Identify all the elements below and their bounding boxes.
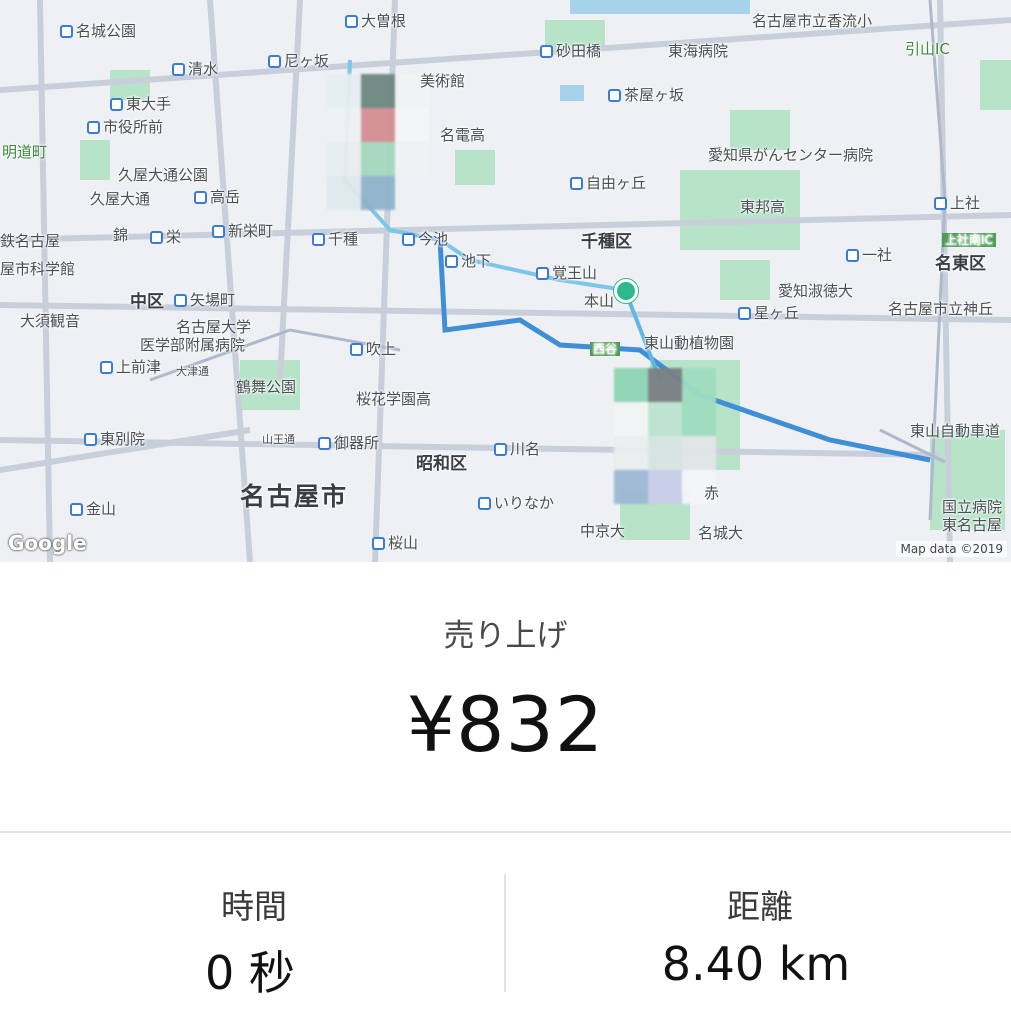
map-label: 高岳 bbox=[194, 190, 240, 205]
map-label: 鉄名古屋 bbox=[0, 232, 61, 250]
map-label: 東海病院 bbox=[668, 42, 729, 60]
map-label: 矢場町 bbox=[174, 293, 235, 308]
map-label: 引山IC bbox=[905, 40, 950, 58]
map-label: 名古屋市立香流小 bbox=[752, 12, 873, 30]
map-label: 星ヶ丘 bbox=[738, 306, 799, 321]
map-label: 御器所 bbox=[318, 436, 379, 451]
map-label: 愛知淑徳大 bbox=[778, 282, 854, 300]
start-pin-icon[interactable] bbox=[614, 279, 638, 303]
map-label: 名城公園 bbox=[60, 24, 136, 39]
district-label: 名東区 bbox=[935, 254, 986, 274]
sales-label: 売り上げ bbox=[443, 618, 568, 654]
map-label: 名電高 bbox=[440, 126, 486, 144]
map-label: 名古屋市立神丘 bbox=[888, 300, 994, 318]
map-label: 東大手 bbox=[110, 97, 171, 112]
sales-amount: ¥832 bbox=[406, 680, 605, 769]
map-label: 自由ヶ丘 bbox=[570, 176, 646, 191]
map-label: 市役所前 bbox=[87, 120, 163, 135]
map-label: 医学部附属病院 bbox=[140, 336, 246, 354]
trip-summary: 売り上げ ¥832 時間 0 秒 距離 8.40 km bbox=[0, 562, 1011, 1024]
map-label: 愛知県がんセンター病院 bbox=[708, 146, 874, 164]
map-label: 吹上 bbox=[350, 342, 396, 357]
map-label: 池下 bbox=[445, 254, 491, 269]
map-label: 東山自動車道 bbox=[910, 422, 1001, 440]
map-label: 新栄町 bbox=[212, 224, 273, 239]
map-label: 桜花学園高 bbox=[356, 390, 432, 408]
map-label: 東山動植物園 bbox=[644, 334, 735, 352]
map-label: 本山 bbox=[584, 292, 615, 310]
map-label: 錦 bbox=[113, 226, 129, 244]
divider bbox=[0, 831, 1011, 833]
map-label: 東名古屋 bbox=[942, 516, 1003, 534]
map-label: 川名 bbox=[494, 442, 540, 457]
map-label: 砂田橋 bbox=[540, 44, 601, 59]
blurred-region-end bbox=[614, 368, 716, 504]
map-label: 桜山 bbox=[372, 536, 418, 551]
distance-label: 距離 bbox=[727, 887, 793, 926]
map-label: 中京大 bbox=[580, 522, 626, 540]
district-label: 千種区 bbox=[581, 232, 632, 252]
district-label: 昭和区 bbox=[416, 454, 467, 474]
time-value: 0 秒 bbox=[205, 946, 295, 1000]
map-label: 今池 bbox=[402, 232, 448, 247]
map-graphics bbox=[0, 0, 1011, 562]
time-label: 時間 bbox=[221, 887, 287, 926]
map-label: 大津通 bbox=[176, 365, 209, 378]
map-label: 大須観音 bbox=[20, 312, 81, 330]
district-label: 中区 bbox=[130, 292, 164, 312]
map-label: 一社 bbox=[846, 248, 892, 263]
map-label: 金山 bbox=[70, 502, 116, 517]
map-label: 名古屋大学 bbox=[176, 318, 252, 336]
map-label: 東別院 bbox=[84, 432, 145, 447]
map-label: 屋市科学館 bbox=[0, 260, 76, 278]
map-label: 千種 bbox=[312, 232, 358, 247]
map-label: 茶屋ヶ坂 bbox=[608, 88, 684, 103]
map-label: 久屋大通 bbox=[90, 190, 151, 208]
map-label: 久屋大通公園 bbox=[118, 166, 209, 184]
map-label: 覚王山 bbox=[536, 266, 597, 281]
distance-value: 8.40 km bbox=[661, 937, 851, 991]
map-label: いりなか bbox=[478, 496, 554, 511]
map-label: 国立病院 bbox=[942, 498, 1003, 516]
map-label: 鶴舞公園 bbox=[236, 378, 297, 396]
map-label: 名城大 bbox=[698, 524, 744, 542]
map-label: 清水 bbox=[172, 62, 218, 77]
map-label: 赤 bbox=[704, 484, 720, 502]
map-label: 美術館 bbox=[420, 72, 466, 90]
map-label: 明道町 bbox=[2, 143, 48, 161]
city-label: 名古屋市 bbox=[240, 482, 349, 511]
map-label: 東邦高 bbox=[740, 198, 786, 216]
map-label: 上社南IC bbox=[942, 233, 996, 247]
map-attribution[interactable]: Map data ©2019 bbox=[896, 541, 1007, 557]
map-label: 山王通 bbox=[262, 433, 295, 446]
map-label: 栄 bbox=[150, 230, 181, 245]
map-label: 上社 bbox=[934, 196, 980, 211]
route-map[interactable]: 名城公園 大曽根 砂田橋 東海病院 名古屋市立香流小 引山IC 清水 尼ヶ坂 美… bbox=[0, 0, 1011, 562]
blurred-region-start bbox=[327, 74, 429, 210]
map-label: 西谷 bbox=[590, 342, 621, 356]
map-label: 大曽根 bbox=[345, 14, 406, 29]
map-label: 上前津 bbox=[100, 360, 161, 375]
google-logo: Google bbox=[8, 531, 87, 555]
map-label: 尼ヶ坂 bbox=[268, 54, 329, 69]
